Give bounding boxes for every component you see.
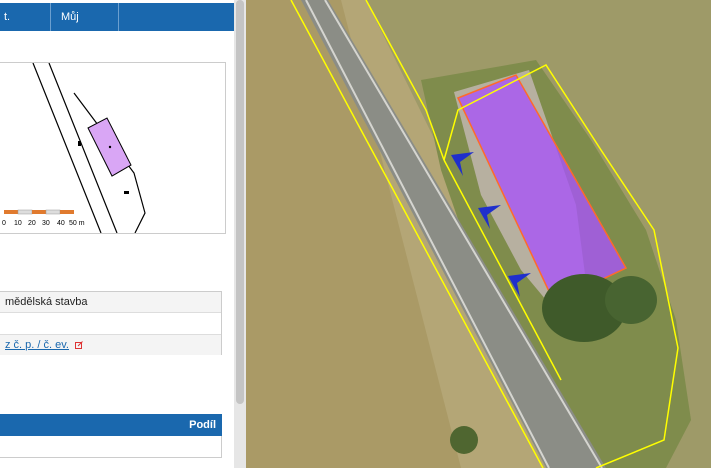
road-edge-left bbox=[32, 63, 102, 233]
scale-label: 30 bbox=[42, 220, 50, 227]
orthophoto-map[interactable] bbox=[246, 0, 711, 468]
external-link-icon[interactable] bbox=[75, 341, 83, 350]
tree bbox=[605, 276, 657, 324]
parcel-mini-map[interactable]: 0 10 20 30 40 50 m bbox=[0, 62, 226, 234]
top-navigation: t. území Můj katastr bbox=[0, 3, 234, 51]
tab-muj-katastr[interactable]: Můj katastr bbox=[51, 3, 119, 51]
building-point bbox=[108, 145, 112, 149]
scale-label: 10 bbox=[14, 220, 22, 227]
mini-map-drawing: 0 10 20 30 40 50 m bbox=[2, 63, 146, 233]
tree-small bbox=[450, 426, 478, 454]
orthophoto-drawing bbox=[246, 0, 711, 468]
owners-table-body bbox=[0, 436, 222, 458]
boundary-marker-2 bbox=[124, 191, 129, 194]
info-table: mědělská stavba z č. p. / č. ev. bbox=[0, 291, 222, 355]
building-link[interactable]: z č. p. / č. ev. bbox=[5, 339, 69, 351]
share-column-header: Podíl bbox=[189, 419, 216, 431]
info-row-empty bbox=[0, 313, 221, 334]
tab-uzemi[interactable]: t. území bbox=[0, 3, 51, 51]
info-row-link: z č. p. / č. ev. bbox=[0, 334, 221, 355]
left-panel: t. území Můj katastr 0 10 20 30 40 50 m bbox=[0, 0, 234, 468]
left-panel-scrollbar[interactable] bbox=[234, 0, 246, 468]
scale-label: 20 bbox=[28, 220, 36, 227]
scroll-thumb[interactable] bbox=[236, 0, 244, 404]
boundary-marker bbox=[78, 141, 81, 146]
scale-label: 50 m bbox=[69, 220, 85, 227]
type-value: mědělská stavba bbox=[5, 296, 88, 308]
owners-table-header: Podíl bbox=[0, 414, 222, 436]
scale-label: 40 bbox=[57, 220, 65, 227]
scale-bar bbox=[4, 209, 74, 215]
info-row-type: mědělská stavba bbox=[0, 292, 221, 313]
scale-label: 0 bbox=[2, 220, 6, 227]
